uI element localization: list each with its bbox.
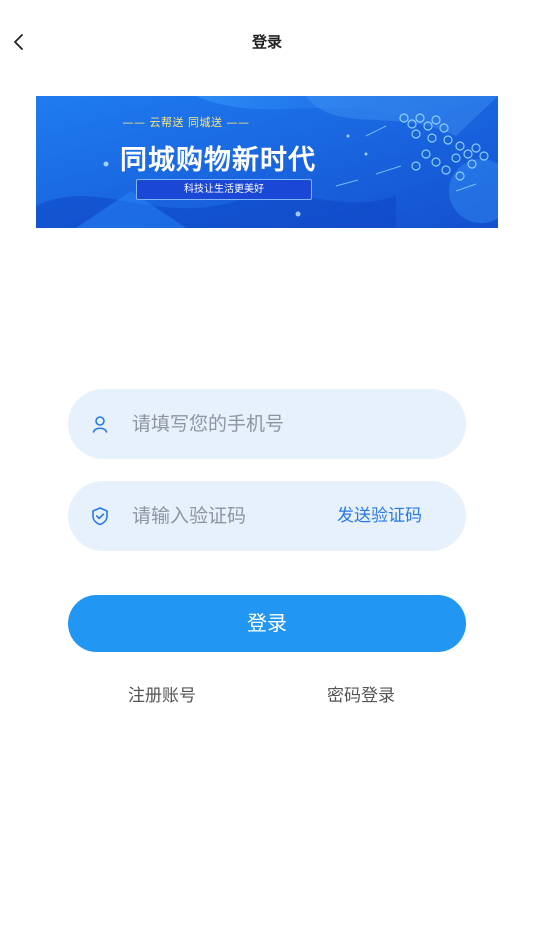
banner-slogan: 科技让生活更美好 (136, 179, 312, 200)
page-title: 登录 (251, 33, 282, 51)
promo-banner[interactable]: —— 云帮送 同城送 —— 同城购物新时代 科技让生活更美好 (36, 96, 498, 228)
register-link[interactable]: 注册账号 (128, 684, 196, 708)
phone-input[interactable] (132, 389, 432, 459)
banner-headline: 同城购物新时代 (120, 145, 316, 176)
verification-code-field[interactable]: 发送验证码 (68, 481, 466, 551)
password-login-link[interactable]: 密码登录 (327, 684, 395, 708)
send-code-button[interactable]: 发送验证码 (337, 481, 422, 551)
user-icon (92, 416, 108, 433)
top-bar: 登录 (0, 0, 534, 84)
phone-field[interactable] (68, 389, 466, 459)
login-page: 登录 —— 云帮送 同城送 —— 同城购物新时代 科技让生活更美好 请填写您的手… (0, 0, 534, 950)
verification-code-input[interactable] (132, 481, 312, 551)
banner-tagline: —— 云帮送 同城送 —— (122, 116, 250, 129)
login-button[interactable]: 登录 (68, 595, 466, 652)
shield-check-icon (92, 507, 108, 526)
